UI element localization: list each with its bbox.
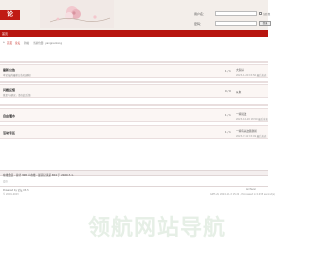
breadcrumb: ⌂ 首页 论坛 新帖 当前位置: yangnenlong (0, 41, 268, 46)
forum-stat: 1 / 1 (225, 131, 231, 134)
online-stats-text[interactable]: 在线会员 - 总计 308 人在线 - 最高记录是 654 于 2020-7-1… (3, 173, 74, 177)
forum-last-post[interactable]: 大家好 (236, 68, 244, 72)
footer-bar: Powered by 论坛 X3.5 Archiver (0, 186, 268, 192)
watermark-text: 领航网站导航 (88, 216, 227, 241)
password-input[interactable] (215, 21, 257, 26)
flower-banner-image (40, 0, 114, 28)
password-label: 密码： (194, 21, 204, 26)
forum-last-time: 2023-1-20 15:56 最后发表 (236, 74, 267, 77)
breadcrumb-item[interactable]: 首页 (7, 41, 12, 45)
archiver-link[interactable]: Archiver (246, 188, 256, 191)
forum-stat: 0 / 0 (225, 90, 231, 93)
category-bar (0, 81, 268, 83)
login-button[interactable]: 登录 (259, 21, 271, 26)
forum-name[interactable]: 自由灌水 (3, 114, 15, 118)
forum-stat: 1 / 1 (225, 70, 231, 73)
forum-last-post[interactable]: 一些说法 (236, 112, 246, 116)
nav-home[interactable]: 首页 (2, 32, 8, 36)
forum-name[interactable]: 活动专区 (3, 131, 15, 135)
category-bar (0, 104, 268, 106)
forum-desc: 意见与建议，请在此反馈 (3, 94, 31, 97)
forum-row[interactable]: 问题反馈 意见与建议，请在此反馈 0 / 0 从未 (0, 84, 268, 98)
breadcrumb-item[interactable]: 新帖 (24, 41, 29, 45)
powered-by: Powered by 论坛 X3.5 (3, 189, 29, 192)
main-nav: 首页 (0, 30, 268, 37)
forum-last-post: 从未 (236, 91, 242, 94)
server-time: GMT+8, 2024-11-3 15:22 , Processed in 0.… (210, 193, 276, 196)
online-legend: 会员 (3, 180, 8, 183)
home-icon[interactable]: ⌂ (3, 41, 5, 44)
forum-last-post[interactable]: 一些有关这篇新闻 (236, 129, 257, 133)
header: 论 用户名： 记住我 密码： 登录 (0, 0, 271, 30)
forum-last-time: 2023-12-20 18:59 最后发表 (236, 118, 268, 121)
forum-row[interactable]: 自由灌水 1 / 1 一些说法 2023-12-20 18:59 最后发表 (0, 108, 268, 122)
forum-row[interactable]: 最新公告 本论坛的最新公告和通知 1 / 1 大家好 2023-1-20 15:… (0, 64, 268, 78)
remember-checkbox[interactable] (259, 12, 262, 15)
logo-text: 论 (6, 11, 13, 18)
breadcrumb-item: 当前位置: yangnenlong (33, 42, 62, 45)
remember-label: 记住我 (263, 13, 271, 16)
username-input[interactable] (215, 11, 257, 16)
online-stats-bar: 在线会员 - 总计 308 人在线 - 最高记录是 654 于 2020-7-1… (0, 170, 268, 183)
forum-row[interactable]: 活动专区 1 / 1 一些有关这篇新闻 2023-7-12 15:49 最后发表 (0, 125, 268, 139)
forum-name[interactable]: 问题反馈 (3, 88, 15, 92)
copyright: © 2001-2023 (3, 193, 19, 196)
forum-last-time: 2023-7-12 15:49 最后发表 (236, 135, 267, 138)
category-bar (0, 61, 268, 63)
site-logo[interactable]: 论 (0, 10, 20, 20)
forum-stat: 1 / 1 (225, 114, 231, 117)
breadcrumb-item[interactable]: 论坛 (15, 41, 20, 45)
forum-name[interactable]: 最新公告 (3, 68, 15, 72)
forum-desc: 本论坛的最新公告和通知 (3, 74, 31, 77)
username-label: 用户名： (194, 11, 207, 16)
